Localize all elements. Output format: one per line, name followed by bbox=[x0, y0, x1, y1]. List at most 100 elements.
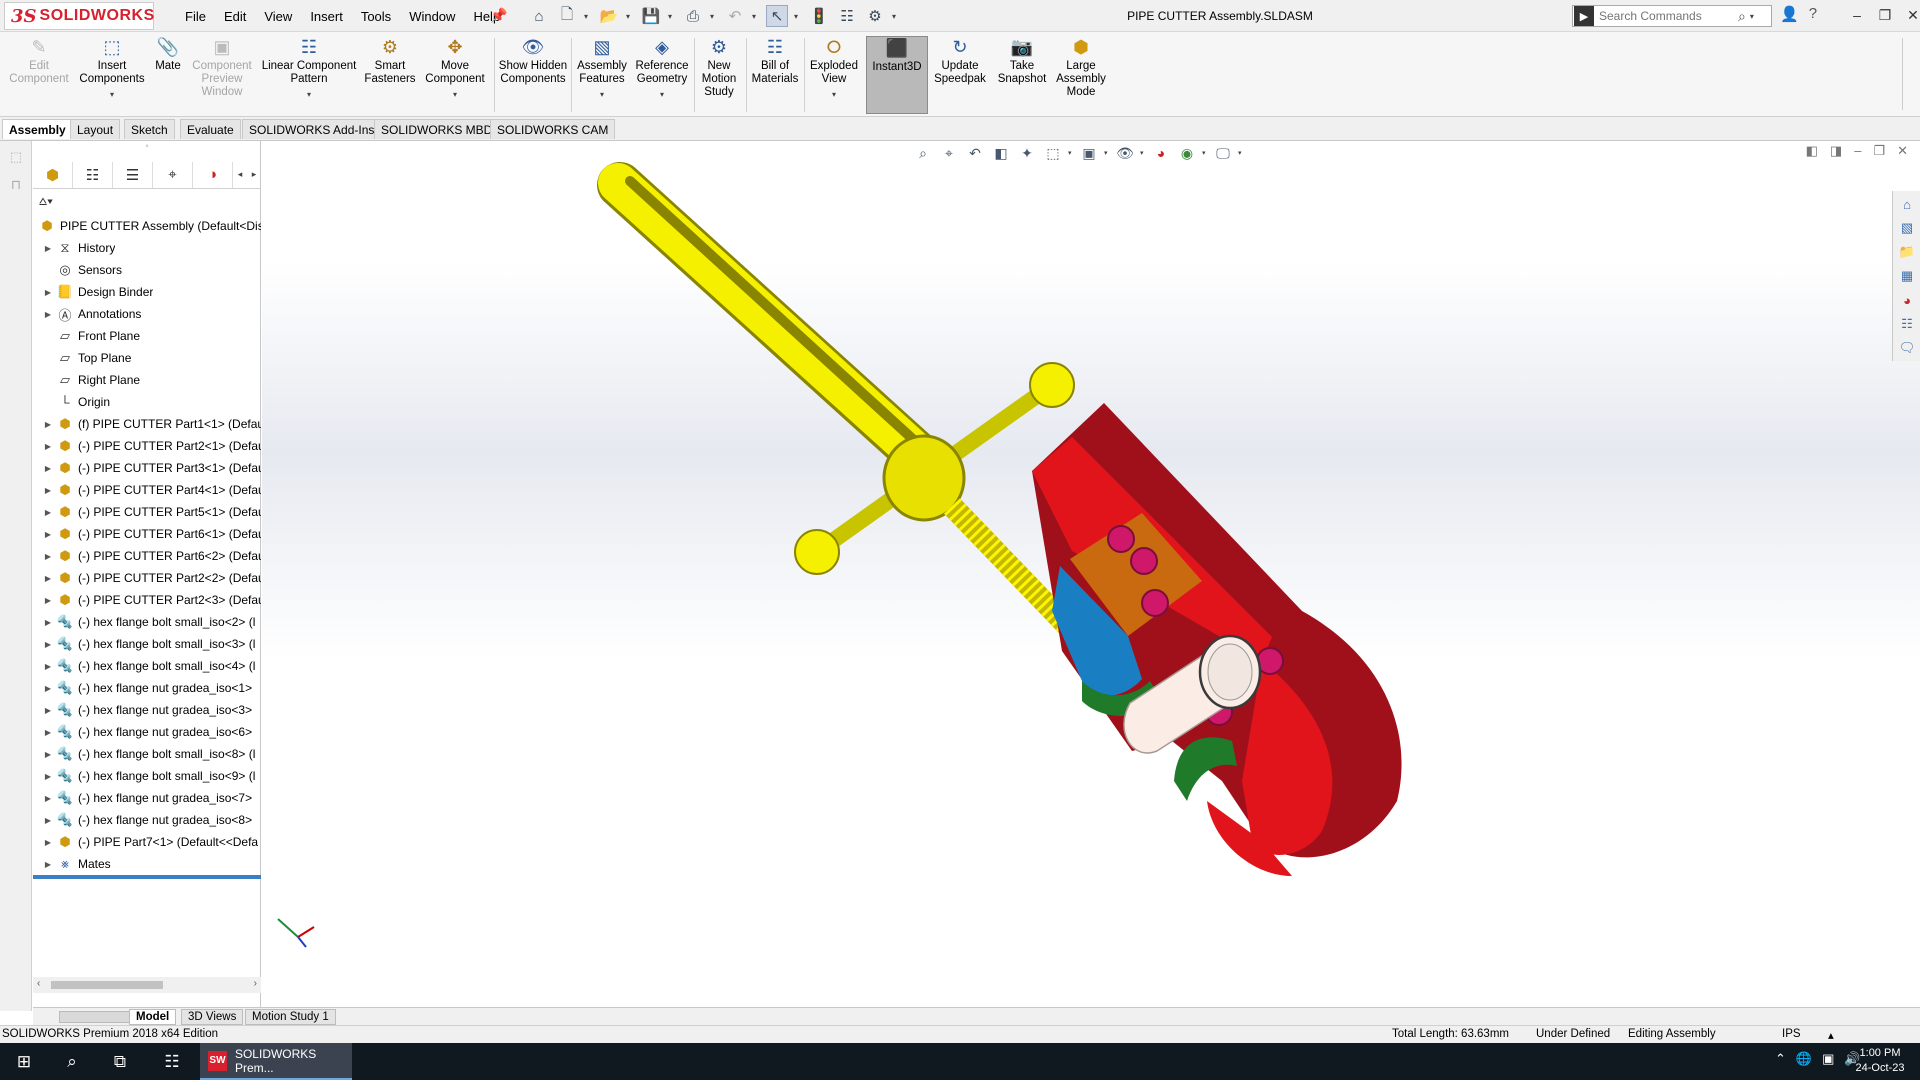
undo-dropdown-icon[interactable]: ▾ bbox=[752, 12, 760, 21]
expand-arrow-icon[interactable]: ▶ bbox=[41, 860, 55, 869]
tabs-scroll-left-icon[interactable]: ◂ bbox=[233, 169, 247, 180]
select-dropdown-icon[interactable]: ▾ bbox=[794, 12, 802, 21]
expand-arrow-icon[interactable]: ▶ bbox=[41, 728, 55, 737]
reference-geometry-button[interactable]: ◈ Reference Geometry ▾ bbox=[632, 36, 692, 114]
expand-arrow-icon[interactable]: ▶ bbox=[41, 772, 55, 781]
linear-pattern-dropdown-icon[interactable]: ▾ bbox=[307, 88, 311, 101]
expand-arrow-icon[interactable]: ▶ bbox=[41, 684, 55, 693]
search-commands-box[interactable]: ▶ ⌕ ▾ bbox=[1572, 5, 1772, 27]
graphics-area[interactable]: ⌕ ⌖ ↶ ◧ ✦ ⬚ ▾ ▣ ▾ 👁 ▾ ◕ ◉ ▾ 🖵 ▾ ◧ ◨ – ❐ ✕ bbox=[262, 141, 1920, 1007]
tree-horizontal-scrollbar[interactable]: ‹ › bbox=[33, 977, 261, 993]
expand-arrow-icon[interactable]: ▶ bbox=[41, 508, 55, 517]
select-pointer-icon[interactable]: ↖ bbox=[766, 5, 788, 27]
scroll-right-icon[interactable]: › bbox=[254, 978, 257, 989]
taskbar-solidworks-button[interactable]: SW SOLIDWORKS Prem... bbox=[200, 1043, 352, 1080]
solidworks-resources-icon[interactable]: ⌂ bbox=[1896, 193, 1918, 215]
doc-close-icon[interactable]: ✕ bbox=[1897, 143, 1908, 159]
tab-solidworks-add-ins[interactable]: SOLIDWORKS Add-Ins bbox=[242, 119, 382, 139]
expand-arrow-icon[interactable]: ▶ bbox=[41, 486, 55, 495]
rollback-bar[interactable] bbox=[33, 875, 261, 879]
new-motion-study-button[interactable]: ⚙ New Motion Study bbox=[696, 36, 742, 114]
menu-tools[interactable]: Tools bbox=[352, 9, 400, 24]
tree-item[interactable]: ▶ 🔩 (-) hex flange nut gradea_iso<7> bbox=[33, 787, 261, 809]
cross-pin-knob-bottom[interactable] bbox=[794, 529, 840, 575]
file-properties-icon[interactable]: ☷ bbox=[836, 5, 858, 27]
tab-assembly[interactable]: Assembly bbox=[2, 119, 73, 139]
undo-icon[interactable]: ↶ bbox=[724, 5, 746, 27]
tree-item[interactable]: ▶ ⬢ (-) PIPE CUTTER Part2<1> (Defaul bbox=[33, 435, 261, 457]
edit-component-button[interactable]: ✎ Edit Component bbox=[4, 36, 74, 114]
windows-start-icon[interactable]: ⊞ bbox=[0, 1043, 48, 1080]
options-gear-icon[interactable]: ⚙ bbox=[864, 5, 886, 27]
tree-item[interactable]: ▶ 🔩 (-) hex flange bolt small_iso<9> (l bbox=[33, 765, 261, 787]
new-dropdown-icon[interactable]: ▾ bbox=[584, 12, 592, 21]
tab-evaluate[interactable]: Evaluate bbox=[180, 119, 241, 139]
tree-item[interactable]: ▶ 🔩 (-) hex flange bolt small_iso<3> (l bbox=[33, 633, 261, 655]
search-commands-input[interactable] bbox=[1594, 7, 1734, 25]
tray-chevron-icon[interactable]: ⌃ bbox=[1775, 1051, 1786, 1067]
tree-item[interactable]: ▶ ⬢ (-) PIPE CUTTER Part2<3> (Defaul bbox=[33, 589, 261, 611]
save-icon[interactable]: 💾 bbox=[640, 5, 662, 27]
tree-item[interactable]: ▶ ⬢ (-) PIPE CUTTER Part5<1> (Defaul bbox=[33, 501, 261, 523]
help-icon[interactable]: ? bbox=[1809, 5, 1817, 23]
show-hidden-components-button[interactable]: 👁 Show Hidden Components bbox=[498, 36, 568, 114]
tree-item[interactable]: ◎ Sensors bbox=[33, 259, 261, 281]
expand-arrow-icon[interactable]: ▶ bbox=[41, 530, 55, 539]
component-preview-window-button[interactable]: ▣ Component Preview Window bbox=[188, 36, 256, 114]
reference-geometry-dropdown-icon[interactable]: ▾ bbox=[660, 88, 664, 101]
handle-bar[interactable] bbox=[598, 163, 954, 489]
tree-item[interactable]: ▶ ⨳ Mates bbox=[33, 853, 261, 875]
restore-icon[interactable]: ❐ bbox=[1873, 4, 1897, 26]
linear-component-pattern-button[interactable]: ☷ Linear Component Pattern ▾ bbox=[258, 36, 360, 114]
tabs-scroll-right-icon[interactable]: ▸ bbox=[247, 169, 261, 180]
expand-arrow-icon[interactable]: ▶ bbox=[41, 464, 55, 473]
task-view-icon[interactable]: ⧉ bbox=[96, 1043, 144, 1080]
custom-properties-icon[interactable]: ☷ bbox=[1896, 313, 1918, 335]
save-dropdown-icon[interactable]: ▾ bbox=[668, 12, 676, 21]
minimize-icon[interactable]: – bbox=[1845, 4, 1869, 26]
expand-arrow-icon[interactable]: ▶ bbox=[41, 618, 55, 627]
smart-fasteners-button[interactable]: ⚙ Smart Fasteners bbox=[362, 36, 418, 114]
bill-of-materials-button[interactable]: ☷ Bill of Materials bbox=[750, 36, 800, 114]
tree-item[interactable]: ▶ 🔩 (-) hex flange nut gradea_iso<1> bbox=[33, 677, 261, 699]
menu-insert[interactable]: Insert bbox=[301, 9, 352, 24]
tree-item[interactable]: ▶ 🔩 (-) hex flange bolt small_iso<4> (l bbox=[33, 655, 261, 677]
property-manager-icon[interactable]: ☷ bbox=[73, 161, 113, 188]
ribbon-scroll[interactable] bbox=[1902, 38, 1912, 110]
update-speedpak-button[interactable]: ↻ Update Speedpak bbox=[932, 36, 988, 114]
menu-window[interactable]: Window bbox=[400, 9, 464, 24]
expand-arrow-icon[interactable]: ▶ bbox=[41, 574, 55, 583]
solidworks-logo[interactable]: 3S SOLIDWORKS bbox=[4, 2, 154, 30]
search-icon[interactable]: ⌕ bbox=[1738, 8, 1746, 25]
open-folder-icon[interactable]: 📂 bbox=[598, 5, 620, 27]
design-library-icon[interactable]: ▧ bbox=[1896, 217, 1918, 239]
home-icon[interactable]: ⌂ bbox=[528, 5, 550, 27]
tab-motion-study-1[interactable]: Motion Study 1 bbox=[245, 1009, 336, 1025]
tree-item[interactable]: ▱ Right Plane bbox=[33, 369, 261, 391]
expand-arrow-icon[interactable]: ▶ bbox=[41, 838, 55, 847]
menu-edit[interactable]: Edit bbox=[215, 9, 255, 24]
expand-arrow-icon[interactable]: ▶ bbox=[41, 420, 55, 429]
expand-arrow-icon[interactable]: ▶ bbox=[41, 244, 55, 253]
new-document-icon[interactable]: 🗋 bbox=[556, 5, 578, 27]
expand-arrow-icon[interactable]: ▶ bbox=[41, 288, 55, 297]
tree-item[interactable]: ▶ 🔩 (-) hex flange bolt small_iso<2> (l bbox=[33, 611, 261, 633]
expand-arrow-icon[interactable]: ▶ bbox=[41, 640, 55, 649]
exploded-view-button[interactable]: ⭘ Exploded View ▾ bbox=[806, 36, 862, 114]
featuremanager-tree-icon[interactable]: ⬢ bbox=[33, 161, 73, 188]
expand-arrow-icon[interactable]: ▶ bbox=[41, 816, 55, 825]
take-snapshot-button[interactable]: 📷 Take Snapshot bbox=[994, 36, 1050, 114]
sketch-tool-icon[interactable]: ⬚ bbox=[4, 149, 28, 169]
search-dropdown-icon[interactable]: ▾ bbox=[1750, 12, 1754, 21]
large-assembly-mode-button[interactable]: ⬢ Large Assembly Mode bbox=[1052, 36, 1110, 114]
tree-item[interactable]: ▶ 🔩 (-) hex flange nut gradea_iso<3> bbox=[33, 699, 261, 721]
expand-arrow-icon[interactable]: ▶ bbox=[41, 596, 55, 605]
rebuild-icon[interactable]: 🚦 bbox=[808, 5, 830, 27]
dimxpert-manager-icon[interactable]: ⌖ bbox=[153, 161, 193, 188]
tab-model[interactable]: Model bbox=[129, 1009, 177, 1025]
status-units[interactable]: IPS bbox=[1782, 1028, 1801, 1040]
tree-item[interactable]: ▶ 🔩 (-) hex flange nut gradea_iso<8> bbox=[33, 809, 261, 831]
move-component-button[interactable]: ✥ Move Component ▾ bbox=[420, 36, 490, 114]
tree-item[interactable]: ▶ ⬢ (-) PIPE CUTTER Part2<2> (Defaul bbox=[33, 567, 261, 589]
tab-layout[interactable]: Layout bbox=[70, 119, 121, 139]
